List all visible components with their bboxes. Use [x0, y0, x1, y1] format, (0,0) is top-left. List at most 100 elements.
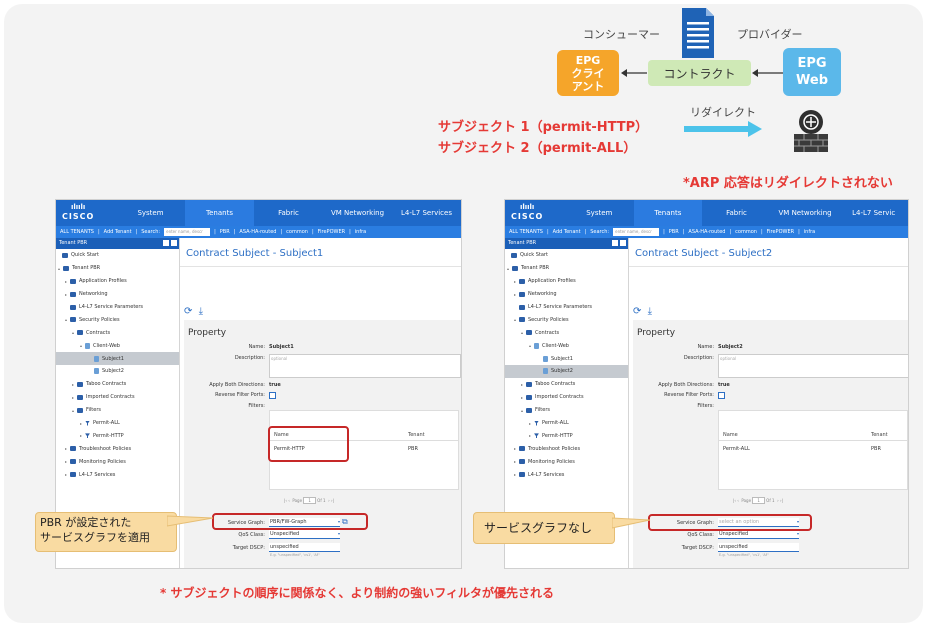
tree-item[interactable]: L4-L7 Service Parameters — [505, 301, 628, 314]
tree-item[interactable]: ▸ Imported Contracts — [505, 391, 628, 404]
tree-item[interactable]: ▸ Imported Contracts — [56, 391, 179, 404]
tree-item[interactable]: Quick Start — [505, 249, 628, 262]
tenant-link-common[interactable]: common — [286, 229, 308, 235]
tree-item[interactable]: ▴ Filters — [56, 404, 179, 417]
tenant-link-pbr[interactable]: PBR — [669, 229, 679, 235]
tenant-link-pbr[interactable]: PBR — [220, 229, 230, 235]
tree-item[interactable]: ▸ Permit-ALL — [505, 417, 628, 430]
qos-select[interactable]: Unspecified ▾ — [718, 530, 799, 539]
tree-item[interactable]: ▴ Contracts — [505, 326, 628, 339]
tree-item[interactable]: ▴ Tenant PBR — [56, 262, 179, 275]
tree-item[interactable]: ▴ Security Policies — [505, 313, 628, 326]
all-tenants-link[interactable]: ALL TENANTS — [509, 229, 543, 235]
nav-fabric[interactable]: Fabric — [702, 200, 771, 226]
dscp-input[interactable]: unspecified — [718, 543, 799, 552]
tree-item[interactable]: ▸ Application Profiles — [505, 275, 628, 288]
tree-item[interactable]: ▸ Monitoring Policies — [505, 455, 628, 468]
tree-item[interactable]: ▸ Permit-HTTP — [505, 429, 628, 442]
qos-select[interactable]: Unspecified ▾ — [269, 530, 340, 539]
table-row-tenant: PBR — [871, 446, 881, 452]
refresh-icon[interactable]: ⟳ — [633, 306, 641, 317]
tenant-link-asa[interactable]: ASA-HA-routed — [688, 229, 725, 235]
expand-icon[interactable] — [620, 240, 626, 246]
tree-item[interactable]: ▴ Filters — [505, 404, 628, 417]
all-tenants-link[interactable]: ALL TENANTS — [60, 229, 94, 235]
collapse-icon[interactable] — [163, 240, 169, 246]
nav-vm-networking[interactable]: VM Networking — [323, 200, 392, 226]
name-label: Name: — [248, 344, 265, 350]
nav-tenants[interactable]: Tenants — [185, 200, 254, 226]
tree-item[interactable]: ▸ Troubleshoot Policies — [505, 442, 628, 455]
table-row-name[interactable]: Permit-ALL — [723, 446, 750, 452]
page-input[interactable]: 1 — [303, 497, 316, 504]
tenant-link-firepower[interactable]: FirePOWER — [318, 229, 345, 235]
collapse-icon[interactable] — [612, 240, 618, 246]
tenant-link-infra[interactable]: infra — [804, 229, 815, 235]
tree-item[interactable]: ▸ Networking — [56, 288, 179, 301]
nav-system[interactable]: System — [565, 200, 634, 226]
col-name: Name — [723, 432, 738, 438]
description-label: Description: — [683, 355, 714, 361]
page-input[interactable]: 1 — [752, 497, 765, 504]
tree-item-subject1[interactable]: Subject1 — [56, 352, 179, 366]
tree-item[interactable]: ▸ Monitoring Policies — [56, 455, 179, 468]
tree-item[interactable]: Subject2 — [56, 365, 179, 378]
nav-vm-networking[interactable]: VM Networking — [771, 200, 840, 226]
nav-system[interactable]: System — [116, 200, 185, 226]
tree-item[interactable]: ▸ Permit-ALL — [56, 417, 179, 430]
tenant-link-firepower[interactable]: FirePOWER — [767, 229, 794, 235]
add-tenant-link[interactable]: Add Tenant — [553, 229, 581, 235]
tenant-link-asa[interactable]: ASA-HA-routed — [239, 229, 276, 235]
tree-item[interactable]: ▸ Networking — [505, 288, 628, 301]
col-tenant: Tenant — [408, 432, 425, 438]
chevron-down-icon: ▾ — [337, 531, 340, 536]
reverse-ports-checkbox[interactable] — [269, 392, 276, 399]
tree-item[interactable]: ▴ Client-Web — [56, 339, 179, 352]
tree-item[interactable]: ▸ Taboo Contracts — [56, 378, 179, 391]
cisco-logo: ılıılı CISCO — [511, 203, 544, 221]
nav-l4l7-services[interactable]: L4-L7 Services — [392, 200, 461, 226]
download-icon[interactable]: ⤓ — [199, 306, 203, 317]
callout-pbr-graph: PBR が設定された サービスグラフを適用 — [35, 512, 177, 552]
refresh-icon[interactable]: ⟳ — [184, 306, 192, 317]
tree-item[interactable]: ▴ Client-Web — [505, 339, 628, 352]
tree-item[interactable]: ▸ Permit-HTTP — [56, 429, 179, 442]
tree-item[interactable]: ▸ Application Profiles — [56, 275, 179, 288]
add-tenant-link[interactable]: Add Tenant — [104, 229, 132, 235]
tree-item[interactable]: ▴ Tenant PBR — [505, 262, 628, 275]
reverse-ports-label: Reverse Filter Ports: — [215, 392, 265, 398]
tree-item-subject2[interactable]: Subject2 — [505, 365, 628, 378]
table-row-tenant: PBR — [408, 446, 418, 452]
tree-item[interactable]: ▸ L4-L7 Services — [56, 468, 179, 481]
tenant-link-infra[interactable]: infra — [355, 229, 366, 235]
nav-l4l7-services[interactable]: L4-L7 Servic — [839, 200, 908, 226]
tree-item[interactable]: ▴ Security Policies — [56, 313, 179, 326]
tree-item[interactable]: ▸ L4-L7 Services — [505, 468, 628, 481]
tree-item[interactable]: ▴ Contracts — [56, 326, 179, 339]
reverse-ports-checkbox[interactable] — [718, 392, 725, 399]
download-icon[interactable]: ⤓ — [648, 306, 652, 317]
tree-item[interactable]: L4-L7 Service Parameters — [56, 301, 179, 314]
arrow-left-icon — [621, 69, 627, 77]
dscp-input[interactable]: unspecified — [269, 543, 340, 552]
description-input[interactable]: optional — [718, 354, 908, 378]
callout-no-graph: サービスグラフなし — [473, 512, 615, 544]
nav-fabric[interactable]: Fabric — [254, 200, 323, 226]
toolbar: ⟳ ⤓ — [184, 306, 203, 317]
tree-item[interactable]: ▸ Taboo Contracts — [505, 378, 628, 391]
tenant-link-common[interactable]: common — [735, 229, 757, 235]
highlight-service-graph — [212, 513, 368, 530]
search-input[interactable]: enter name, descr — [613, 228, 660, 236]
epg-web-box: EPG Web — [783, 48, 841, 96]
subject2-label: サブジェクト 2（permit-ALL） — [438, 141, 637, 156]
search-input[interactable]: enter name, descr — [164, 228, 211, 236]
tree-item[interactable]: Subject1 — [505, 352, 628, 365]
nav-tenants[interactable]: Tenants — [633, 200, 703, 226]
description-input[interactable]: optional — [269, 354, 461, 378]
tree-item[interactable]: ▸ Troubleshoot Policies — [56, 442, 179, 455]
top-navbar: ılıılı CISCO System Tenants Fabric VM Ne… — [56, 200, 461, 226]
expand-icon[interactable] — [171, 240, 177, 246]
search-label: Search: — [141, 229, 161, 235]
tree-item[interactable]: Quick Start — [56, 249, 179, 262]
chevron-down-icon: ▾ — [796, 531, 799, 536]
